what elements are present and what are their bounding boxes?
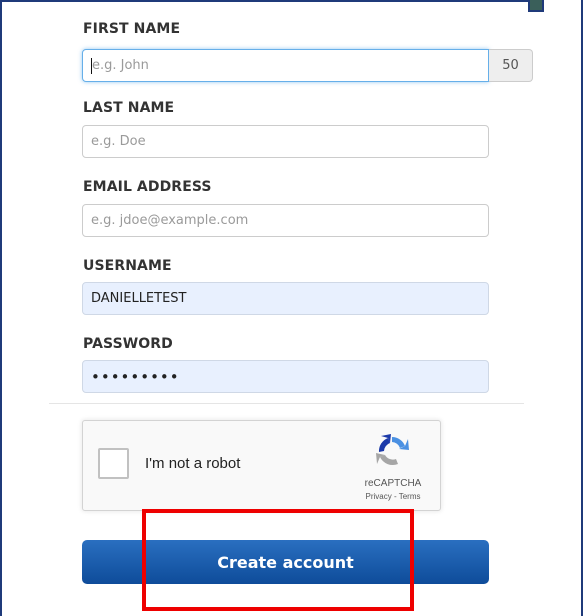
first-name-placeholder: e.g. John [92, 58, 149, 73]
email-label: EMAIL ADDRESS [83, 179, 212, 195]
email-placeholder: e.g. jdoe@example.com [91, 213, 249, 228]
password-input[interactable]: ••••••••• [82, 360, 489, 393]
last-name-placeholder: e.g. Doe [91, 134, 146, 149]
create-account-button[interactable]: Create account [82, 540, 489, 584]
first-name-char-counter: 50 [489, 49, 533, 82]
username-input[interactable]: DANIELLETEST [82, 282, 489, 315]
recaptcha-label: I'm not a robot [145, 455, 241, 472]
email-input[interactable]: e.g. jdoe@example.com [82, 204, 489, 237]
recaptcha-checkbox[interactable] [98, 448, 129, 479]
first-name-label: FIRST NAME [83, 21, 181, 37]
recaptcha-logo-icon [376, 434, 409, 466]
recaptcha-widget: I'm not a robot reCAPTCHA Privacy - Term… [82, 420, 441, 511]
registration-form: FIRST NAME e.g. John 50 LAST NAME e.g. D… [0, 0, 583, 616]
recaptcha-brand: reCAPTCHA [364, 478, 422, 489]
username-label: USERNAME [83, 258, 172, 274]
password-value: ••••••••• [91, 367, 180, 386]
form-divider [49, 403, 524, 404]
first-name-input[interactable]: e.g. John [82, 49, 489, 82]
username-value: DANIELLETEST [91, 291, 187, 306]
last-name-label: LAST NAME [83, 100, 175, 116]
recaptcha-privacy-terms-link[interactable]: Privacy - Terms [355, 492, 431, 501]
password-label: PASSWORD [83, 336, 173, 352]
last-name-input[interactable]: e.g. Doe [82, 125, 489, 158]
